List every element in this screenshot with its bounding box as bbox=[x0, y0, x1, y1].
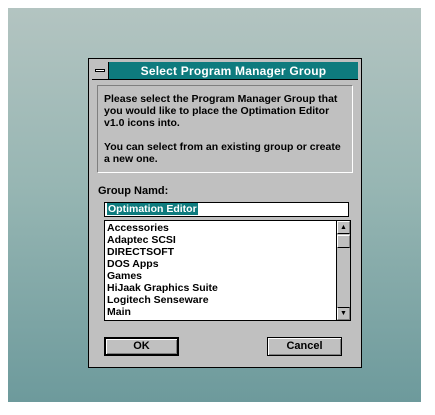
ok-button[interactable]: OK bbox=[104, 337, 179, 356]
scroll-thumb[interactable] bbox=[337, 235, 350, 248]
instructions-text: Please select the Program Manager Group … bbox=[104, 93, 338, 129]
list-item[interactable]: Adaptec SCSI bbox=[107, 234, 336, 246]
cancel-button[interactable]: Cancel bbox=[267, 337, 342, 356]
list-item[interactable]: Games bbox=[107, 270, 336, 282]
instructions-text-secondary: You can select from an existing group or… bbox=[104, 141, 341, 165]
list-item[interactable]: DIRECTSOFT bbox=[107, 246, 336, 258]
title-bar[interactable]: Select Program Manager Group bbox=[92, 62, 358, 80]
group-name-input[interactable]: Optimation Editor bbox=[104, 202, 349, 217]
list-item[interactable]: HiJaak Graphics Suite bbox=[107, 282, 336, 294]
desktop: Select Program Manager Group Please sele… bbox=[8, 8, 421, 402]
list-item[interactable]: Accessories bbox=[107, 222, 336, 234]
arrow-down-icon[interactable]: ▼ bbox=[337, 307, 350, 320]
group-name-value: Optimation Editor bbox=[107, 203, 198, 215]
arrow-up-icon[interactable]: ▲ bbox=[337, 221, 350, 234]
group-list[interactable]: Accessories Adaptec SCSI DIRECTSOFT DOS App… bbox=[104, 220, 351, 321]
select-group-dialog: Select Program Manager Group Please sele… bbox=[88, 58, 362, 368]
instructions-box: Please select the Program Manager Group … bbox=[97, 85, 353, 173]
dialog-title: Select Program Manager Group bbox=[140, 63, 327, 78]
group-name-label: Group Namd: bbox=[98, 185, 169, 197]
scrollbar[interactable]: ▲ ▼ bbox=[336, 221, 350, 320]
system-menu-icon[interactable] bbox=[92, 62, 109, 79]
group-list-items: Accessories Adaptec SCSI DIRECTSOFT DOS App… bbox=[105, 221, 336, 320]
list-item[interactable]: Main bbox=[107, 306, 336, 318]
list-item[interactable]: DOS Apps bbox=[107, 258, 336, 270]
list-item[interactable]: Logitech Senseware bbox=[107, 294, 336, 306]
